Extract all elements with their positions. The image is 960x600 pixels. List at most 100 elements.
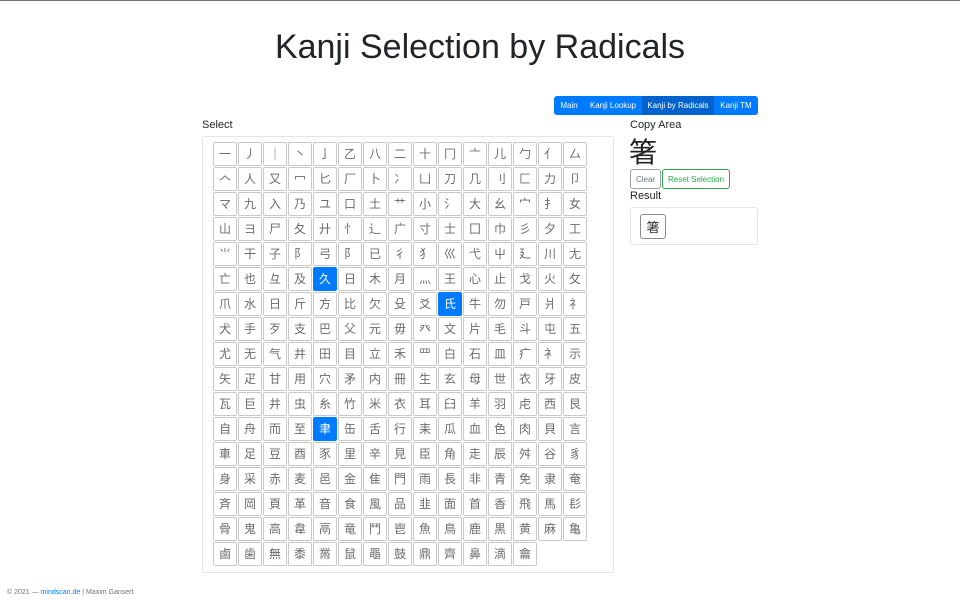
radical-button[interactable]: 米: [363, 392, 387, 416]
radical-button[interactable]: 衤: [538, 342, 562, 366]
radical-button[interactable]: 巴: [313, 317, 337, 341]
radical-button[interactable]: 殳: [388, 292, 412, 316]
radical-button[interactable]: 寸: [413, 217, 437, 241]
clear-button[interactable]: Clear: [630, 169, 661, 189]
radical-button[interactable]: 手: [238, 317, 262, 341]
radical-button[interactable]: 欠: [363, 292, 387, 316]
radical-button[interactable]: 辶: [363, 217, 387, 241]
radical-button[interactable]: 耳: [413, 392, 437, 416]
radical-button[interactable]: 彡: [513, 217, 537, 241]
radical-button[interactable]: 父: [338, 317, 362, 341]
radical-button[interactable]: 毋: [388, 317, 412, 341]
radical-button[interactable]: 入: [263, 192, 287, 216]
radical-button[interactable]: 隶: [538, 467, 562, 491]
radical-button[interactable]: 止: [488, 267, 512, 291]
radical-button[interactable]: 月: [388, 267, 412, 291]
radical-button[interactable]: 冂: [438, 142, 462, 166]
radical-button[interactable]: 牙: [538, 367, 562, 391]
radical-button[interactable]: 疋: [238, 367, 262, 391]
radical-button[interactable]: ⺌: [213, 242, 237, 266]
radical-button[interactable]: 土: [363, 192, 387, 216]
radical-button[interactable]: 足: [238, 442, 262, 466]
radical-button[interactable]: 青: [488, 467, 512, 491]
radical-button[interactable]: 貝: [538, 417, 562, 441]
radical-button[interactable]: 麻: [538, 517, 562, 541]
radical-button[interactable]: 田: [313, 342, 337, 366]
radical-button[interactable]: 西: [538, 392, 562, 416]
radical-button[interactable]: 干: [238, 242, 262, 266]
radical-button[interactable]: 比: [338, 292, 362, 316]
radical-button[interactable]: 彑: [263, 267, 287, 291]
radical-button[interactable]: 弋: [463, 242, 487, 266]
radical-button[interactable]: 幺: [488, 192, 512, 216]
radical-button[interactable]: 艮: [563, 392, 587, 416]
radical-button[interactable]: 亡: [213, 267, 237, 291]
radical-button[interactable]: 亀: [563, 517, 587, 541]
radical-button[interactable]: 邑: [313, 467, 337, 491]
radical-button[interactable]: 血: [463, 417, 487, 441]
radical-button[interactable]: 舛: [513, 442, 537, 466]
radical-button[interactable]: 而: [263, 417, 287, 441]
radical-button[interactable]: 日: [338, 267, 362, 291]
radical-button[interactable]: 礻: [563, 292, 587, 316]
radical-button[interactable]: 癶: [413, 317, 437, 341]
radical-button[interactable]: 采: [238, 467, 262, 491]
radical-button[interactable]: 魚: [413, 517, 437, 541]
radical-button[interactable]: 黒: [488, 517, 512, 541]
radical-button[interactable]: 阝: [338, 242, 362, 266]
radical-button[interactable]: 聿: [313, 417, 337, 441]
radical-button[interactable]: 隹: [363, 467, 387, 491]
radical-button[interactable]: 鼎: [413, 542, 437, 566]
radical-button[interactable]: 鼓: [388, 542, 412, 566]
radical-button[interactable]: 車: [213, 442, 237, 466]
radical-button[interactable]: 氵: [438, 192, 462, 216]
radical-button[interactable]: 五: [563, 317, 587, 341]
radical-button[interactable]: 母: [463, 367, 487, 391]
radical-button[interactable]: 尤: [213, 342, 237, 366]
radical-button[interactable]: 肉: [513, 417, 537, 441]
nav-main[interactable]: Main: [554, 96, 584, 115]
radical-button[interactable]: 鬲: [313, 517, 337, 541]
radical-button[interactable]: 矛: [338, 367, 362, 391]
radical-button[interactable]: 厂: [338, 167, 362, 191]
radical-button[interactable]: 久: [313, 267, 337, 291]
radical-button[interactable]: 鼠: [338, 542, 362, 566]
radical-button[interactable]: 井: [288, 342, 312, 366]
radical-button[interactable]: 亻: [538, 142, 562, 166]
radical-button[interactable]: 囗: [463, 217, 487, 241]
radical-button[interactable]: 香: [488, 492, 512, 516]
radical-button[interactable]: 几: [463, 167, 487, 191]
radical-button[interactable]: 工: [563, 217, 587, 241]
radical-button[interactable]: 九: [238, 192, 262, 216]
radical-button[interactable]: 巨: [238, 392, 262, 416]
radical-button[interactable]: 爿: [538, 292, 562, 316]
radical-button[interactable]: 毛: [488, 317, 512, 341]
radical-button[interactable]: 言: [563, 417, 587, 441]
radical-button[interactable]: 門: [388, 467, 412, 491]
radical-button[interactable]: 免: [513, 467, 537, 491]
radical-button[interactable]: 方: [313, 292, 337, 316]
radical-button[interactable]: 丿: [238, 142, 262, 166]
radical-button[interactable]: 卩: [563, 167, 587, 191]
radical-button[interactable]: 彳: [388, 242, 412, 266]
nav-kanji-tm[interactable]: Kanji TM: [714, 96, 758, 115]
radical-button[interactable]: 虍: [513, 392, 537, 416]
radical-button[interactable]: 身: [213, 467, 237, 491]
radical-button[interactable]: 革: [288, 492, 312, 516]
radical-button[interactable]: 宀: [513, 192, 537, 216]
radical-button[interactable]: 火: [538, 267, 562, 291]
radical-button[interactable]: 刀: [438, 167, 462, 191]
radical-button[interactable]: 飛: [513, 492, 537, 516]
radical-button[interactable]: 食: [338, 492, 362, 516]
radical-button[interactable]: 斉: [213, 492, 237, 516]
radical-button[interactable]: 立: [363, 342, 387, 366]
radical-button[interactable]: 見: [388, 442, 412, 466]
radical-button[interactable]: 内: [363, 367, 387, 391]
radical-button[interactable]: 尢: [563, 242, 587, 266]
radical-button[interactable]: 黄: [513, 517, 537, 541]
radical-button[interactable]: 口: [338, 192, 362, 216]
radical-button[interactable]: 韋: [288, 517, 312, 541]
radical-button[interactable]: 山: [213, 217, 237, 241]
radical-button[interactable]: 支: [288, 317, 312, 341]
radical-button[interactable]: マ: [213, 192, 237, 216]
